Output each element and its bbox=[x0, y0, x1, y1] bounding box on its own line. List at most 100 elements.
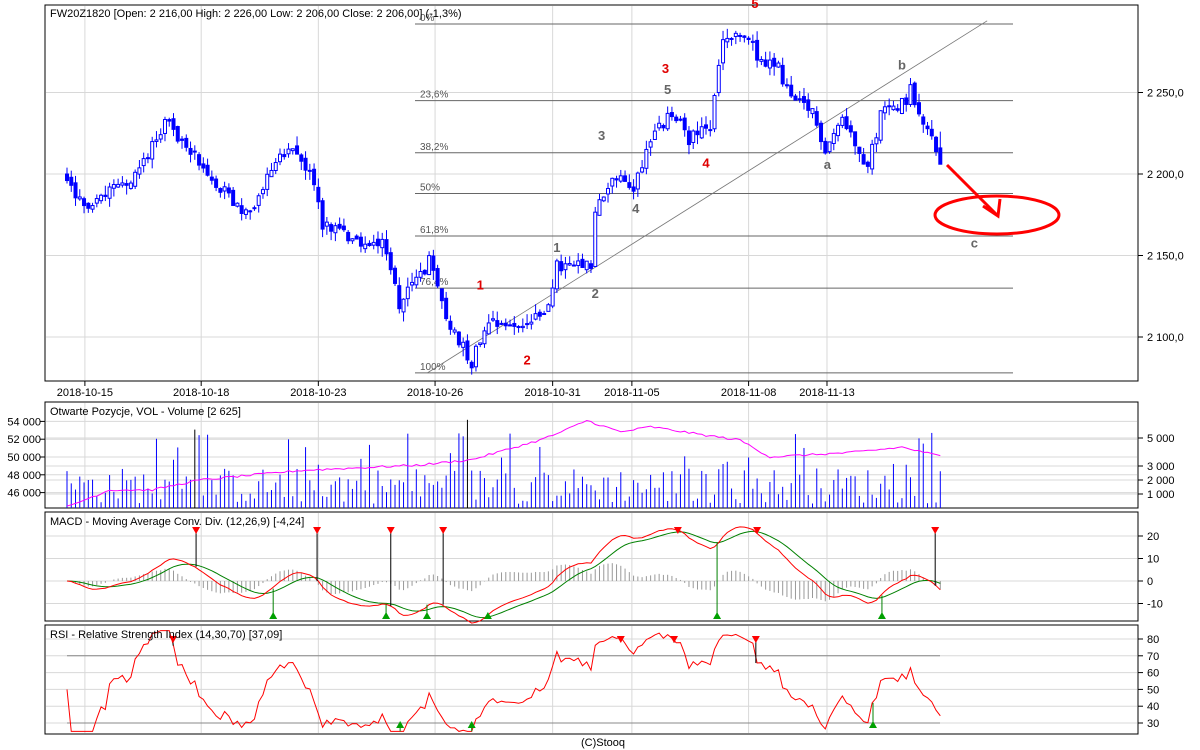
candle-body bbox=[171, 118, 176, 130]
candle-body bbox=[934, 136, 939, 153]
candle-body bbox=[644, 148, 649, 169]
open-interest-axis-label: 50 000 bbox=[7, 452, 41, 464]
stooq-copyright: (C)Stooq bbox=[581, 737, 625, 749]
candle-body bbox=[576, 260, 581, 267]
candle-body bbox=[925, 125, 930, 130]
candle-body bbox=[525, 323, 530, 326]
candle-body bbox=[571, 264, 576, 267]
candle-body bbox=[738, 34, 743, 37]
candle-body bbox=[226, 187, 231, 194]
candle-body bbox=[388, 252, 393, 271]
candle-body bbox=[665, 112, 670, 130]
candle-body bbox=[452, 329, 457, 333]
candle-body bbox=[610, 177, 615, 187]
candle-body bbox=[708, 129, 713, 132]
candle-body bbox=[678, 118, 683, 121]
x-tick-label: 2018-11-05 bbox=[604, 387, 659, 399]
candle-body bbox=[350, 238, 355, 242]
candle-body bbox=[716, 64, 721, 94]
candle-body bbox=[141, 158, 146, 167]
candle-body bbox=[86, 202, 91, 209]
panel-frame-2 bbox=[44, 511, 1139, 622]
candle-body bbox=[414, 276, 419, 286]
candle-body bbox=[299, 154, 304, 162]
candle-body bbox=[218, 188, 223, 193]
candle-body bbox=[508, 324, 513, 327]
fibonacci-level-label: 50% bbox=[420, 183, 440, 194]
candle-body bbox=[853, 131, 858, 147]
candle-body bbox=[316, 186, 321, 203]
candle-body bbox=[358, 236, 363, 247]
candle-body bbox=[439, 288, 444, 302]
candle-body bbox=[363, 243, 368, 250]
candle-body bbox=[448, 320, 453, 330]
candle-body bbox=[784, 84, 789, 87]
stooq-chart: 2018-10-15 2018-10-18 2018-10-23 2018-10-26… bbox=[7, 0, 1184, 749]
price-axis-label: 2 200,0 bbox=[1147, 169, 1184, 181]
macd-axis-label: 20 bbox=[1147, 531, 1159, 543]
candle-body bbox=[699, 126, 704, 139]
candle-body bbox=[814, 111, 819, 126]
candle-body bbox=[324, 221, 329, 227]
candle-body bbox=[435, 268, 440, 287]
candle-body bbox=[260, 189, 265, 195]
candle-body bbox=[248, 210, 253, 213]
candle-body bbox=[887, 105, 892, 108]
candle-body bbox=[840, 116, 845, 126]
candle-body bbox=[554, 260, 559, 290]
fibonacci-level-label: 76,4% bbox=[420, 277, 448, 288]
candle-body bbox=[831, 132, 836, 145]
fibonacci-level-label: 61,8% bbox=[420, 225, 448, 236]
candle-body bbox=[712, 95, 717, 130]
rsi-axis-label: 30 bbox=[1147, 718, 1159, 730]
open-interest-axis-label: 52 000 bbox=[7, 434, 41, 446]
rsi-axis-label: 70 bbox=[1147, 651, 1159, 663]
volume-axis-label: 2 000 bbox=[1147, 475, 1175, 487]
candle-body bbox=[755, 39, 760, 61]
elliott-wave-label: a bbox=[824, 157, 832, 172]
x-tick-label: 2018-11-13 bbox=[799, 387, 854, 399]
candle-body bbox=[614, 178, 619, 181]
fibonacci-level-label: 23,6% bbox=[420, 90, 448, 101]
candle-body bbox=[682, 117, 687, 131]
candle-body bbox=[128, 182, 133, 189]
candle-body bbox=[891, 105, 896, 111]
candle-body bbox=[874, 137, 879, 145]
candle-body bbox=[337, 223, 342, 229]
elliott-wave-label: b bbox=[898, 58, 906, 73]
candle-body bbox=[303, 157, 308, 171]
candle-body bbox=[495, 320, 500, 327]
candle-body bbox=[158, 134, 163, 140]
rsi-axis-label: 40 bbox=[1147, 701, 1159, 713]
panel-frame-3 bbox=[44, 624, 1139, 735]
candle-body bbox=[537, 311, 542, 317]
candle-body bbox=[69, 176, 74, 186]
candle-body bbox=[491, 318, 495, 321]
candle-body bbox=[908, 84, 913, 105]
candle-body bbox=[627, 182, 632, 188]
x-tick-label: 2018-10-18 bbox=[173, 387, 229, 399]
candle-body bbox=[269, 169, 274, 178]
candle-body bbox=[346, 231, 351, 242]
candle-body bbox=[312, 168, 317, 186]
volume-axis-label: 5 000 bbox=[1147, 433, 1175, 445]
candle-body bbox=[767, 59, 772, 69]
candle-body bbox=[124, 183, 129, 186]
candle-body bbox=[478, 342, 483, 345]
open-interest-axis-label: 48 000 bbox=[7, 470, 41, 482]
candle-body bbox=[567, 262, 572, 266]
candle-body bbox=[657, 122, 662, 129]
candle-body bbox=[623, 175, 628, 182]
x-tick-label: 2018-10-26 bbox=[407, 387, 463, 399]
candle-body bbox=[631, 186, 636, 192]
candle-body bbox=[418, 270, 423, 278]
candle-body bbox=[704, 124, 708, 129]
elliott-wave-label: 4 bbox=[702, 155, 710, 170]
candle-body bbox=[865, 161, 870, 167]
elliott-wave-label: 3 bbox=[598, 128, 605, 143]
candle-body bbox=[640, 167, 645, 173]
candle-body bbox=[367, 242, 372, 247]
candle-body bbox=[593, 211, 598, 268]
elliott-wave-label: 2 bbox=[523, 353, 530, 368]
candle-body bbox=[384, 239, 389, 255]
